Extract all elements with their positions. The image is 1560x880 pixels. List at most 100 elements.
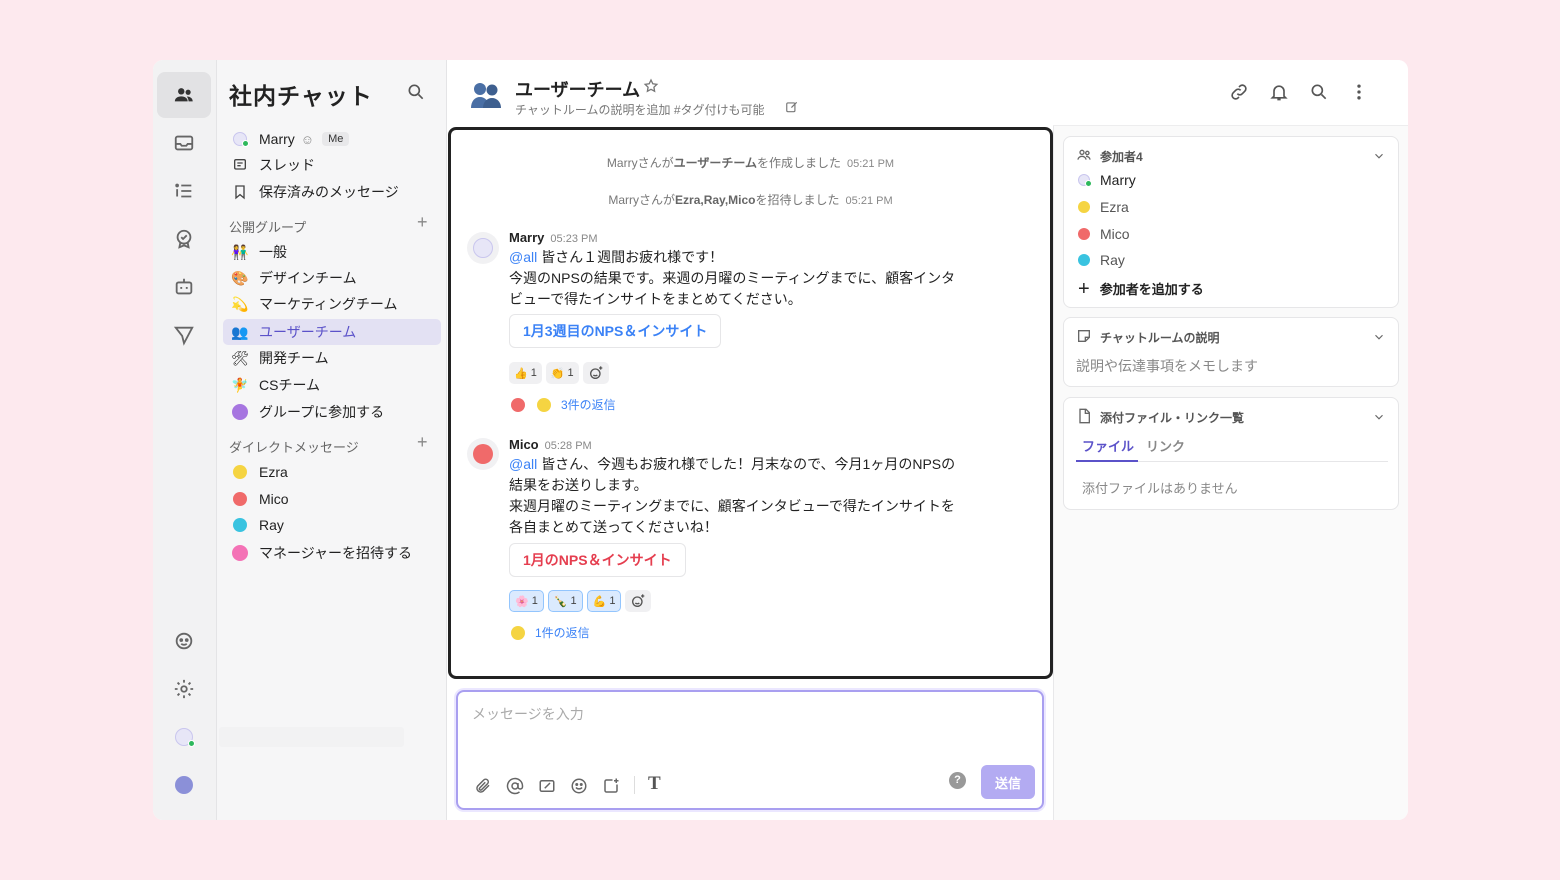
reaction-muscle[interactable]: 💪 1: [586, 590, 622, 612]
message-author[interactable]: Mico 05:28 PM: [509, 437, 592, 452]
message-body: @all 皆さん１週間お疲れ様です！ 今週のNPSの結果です。来週の月曜のミーテ…: [509, 249, 956, 307]
message-time: 05:28 PM: [544, 440, 592, 452]
participant-item[interactable]: Mico: [1078, 226, 1130, 242]
support-face-icon[interactable]: [157, 618, 211, 664]
add-reaction-icon[interactable]: [582, 362, 609, 384]
sidebar-item-me[interactable]: Marry ☺ Me: [223, 126, 441, 152]
template-icon[interactable]: [538, 777, 556, 795]
message-composer[interactable]: メッセージを入力 T ? 送信: [456, 690, 1044, 810]
room-description[interactable]: チャットルームの説明を追加 #タグ付けも可能: [515, 101, 765, 118]
add-dm-plus-icon[interactable]: +: [417, 432, 428, 453]
message-body: @all 皆さん、今週もお疲れ様でした！月末なので、今月1ヶ月のNPSの 結果を…: [509, 456, 956, 535]
reaction-clap[interactable]: 👏 1: [545, 362, 579, 384]
chevron-down-icon[interactable]: [1372, 330, 1386, 344]
dm-heading: ダイレクトメッセージ: [229, 440, 359, 455]
text-format-icon[interactable]: T: [648, 773, 666, 794]
chevron-down-icon[interactable]: [1372, 149, 1386, 163]
reply-link[interactable]: 1件の返信: [511, 624, 590, 641]
tab-files[interactable]: ファイル: [1082, 436, 1134, 455]
toolbar-divider: [634, 776, 635, 794]
participant-item[interactable]: Marry: [1078, 172, 1136, 188]
sidebar-item-label: Marry: [259, 131, 295, 147]
help-icon[interactable]: ?: [949, 772, 966, 789]
file-icon: [1076, 408, 1092, 427]
message-author[interactable]: Marry 05:23 PM: [509, 230, 598, 245]
sidebar-placeholder: [219, 727, 404, 747]
badge-check-icon[interactable]: [157, 216, 211, 262]
marry-avatar[interactable]: [467, 232, 499, 264]
sidebar-item-invite-manager[interactable]: マネージャーを招待する: [223, 540, 441, 566]
header-toolbar: [1053, 60, 1408, 126]
sidebar-item-label: 一般: [259, 244, 287, 260]
attachment-card[interactable]: 1月3週目のNPS＆インサイト: [509, 314, 722, 348]
bell-icon[interactable]: [1269, 82, 1289, 102]
gear-icon[interactable]: [157, 666, 211, 712]
attachment-card[interactable]: 1月のNPS＆インサイト: [509, 543, 686, 577]
at-mention-icon[interactable]: [506, 777, 524, 795]
me-badge: Me: [322, 132, 350, 146]
chat-main: ユーザーチーム チャットルームの説明を追加 #タグ付けも可能 Marryさんがユ…: [447, 60, 1054, 820]
more-vertical-icon[interactable]: [1349, 82, 1369, 102]
reaction-bottle[interactable]: 🍾 1: [547, 590, 583, 612]
description-input[interactable]: 説明や伝達事項をメモします: [1076, 356, 1258, 376]
chevron-down-icon[interactable]: [1372, 410, 1386, 424]
reaction-thumbs-up[interactable]: 👍 1: [509, 362, 542, 384]
sidebar-item-user-team[interactable]: 👥 ユーザーチーム: [223, 319, 441, 345]
bot-icon[interactable]: [157, 264, 211, 310]
add-group-plus-icon[interactable]: +: [417, 212, 428, 233]
sidebar-item-label: 保存済みのメッセージ: [259, 184, 399, 200]
tab-links[interactable]: リンク: [1146, 436, 1185, 455]
system-message: MarryさんがEzra,Ray,Micoを招待しました 05:21 PM: [608, 193, 893, 207]
reply-link[interactable]: 3件の返信: [511, 396, 616, 413]
search-icon[interactable]: [406, 82, 428, 104]
emoji-icon[interactable]: [570, 777, 588, 795]
message-time: 05:23 PM: [550, 233, 598, 245]
send-plane-icon[interactable]: [157, 312, 211, 358]
sidebar-item-label: スレッド: [259, 157, 315, 173]
participant-item[interactable]: Ezra: [1078, 199, 1129, 215]
sidebar-item-cs[interactable]: 🧚 CSチーム: [223, 372, 441, 398]
add-reaction-icon[interactable]: [625, 590, 652, 612]
send-button[interactable]: 送信: [981, 765, 1035, 799]
files-card: 添付ファイル・リンク一覧 ファイル リンク 添付ファイルはありません: [1063, 397, 1399, 510]
list-icon[interactable]: [157, 168, 211, 214]
description-header[interactable]: チャットルームの説明: [1076, 328, 1220, 347]
sidebar-item-general[interactable]: 👫 一般: [223, 239, 441, 265]
sidebar-item-dm-mico[interactable]: Mico: [223, 486, 441, 512]
mention-tag[interactable]: @all: [509, 456, 537, 472]
ray-avatar: [231, 516, 249, 534]
workspace-avatar[interactable]: [157, 762, 211, 808]
sidebar-item-saved[interactable]: 保存済みのメッセージ: [223, 179, 441, 205]
edit-icon[interactable]: [785, 100, 799, 114]
participant-item[interactable]: Ray: [1078, 252, 1125, 268]
mico-avatar[interactable]: [467, 438, 499, 470]
sidebar-item-dm-ezra[interactable]: Ezra: [223, 459, 441, 485]
sidebar-item-dm-ray[interactable]: Ray: [223, 512, 441, 538]
search-icon[interactable]: [1309, 82, 1329, 102]
mention-tag[interactable]: @all: [509, 249, 537, 265]
link-icon[interactable]: [1229, 82, 1249, 102]
star-icon[interactable]: [643, 78, 661, 96]
sidebar-item-threads[interactable]: スレッド: [223, 152, 441, 178]
participants-header[interactable]: 参加者4: [1076, 147, 1143, 166]
files-header[interactable]: 添付ファイル・リンク一覧: [1076, 408, 1244, 427]
paperclip-icon[interactable]: [474, 777, 492, 795]
sidebar-item-label: 開発チーム: [259, 350, 329, 366]
user-avatar[interactable]: [157, 714, 211, 760]
sidebar-item-design[interactable]: 🎨 デザインチーム: [223, 265, 441, 291]
sidebar-item-dev[interactable]: 🛠 開発チーム: [223, 345, 441, 371]
sidebar-item-label: マネージャーを招待する: [259, 545, 413, 561]
add-participant-button[interactable]: + 参加者を追加する: [1078, 279, 1204, 299]
inbox-icon[interactable]: [157, 120, 211, 166]
marry-avatar: [231, 130, 249, 148]
people-icon[interactable]: [157, 72, 211, 118]
sidebar-item-join-group[interactable]: グループに参加する: [223, 399, 441, 425]
room-title: ユーザーチーム: [515, 80, 641, 100]
stamp-icon[interactable]: [602, 777, 620, 795]
sidebar-item-label: Ezra: [259, 464, 288, 480]
reaction-flower[interactable]: 🌸 1: [509, 590, 544, 612]
status-emoji-icon[interactable]: ☺: [301, 132, 314, 147]
users-team-icon: [469, 78, 503, 112]
sidebar-item-marketing[interactable]: 💫 マーケティングチーム: [223, 291, 441, 317]
message-input[interactable]: メッセージを入力: [472, 704, 584, 724]
